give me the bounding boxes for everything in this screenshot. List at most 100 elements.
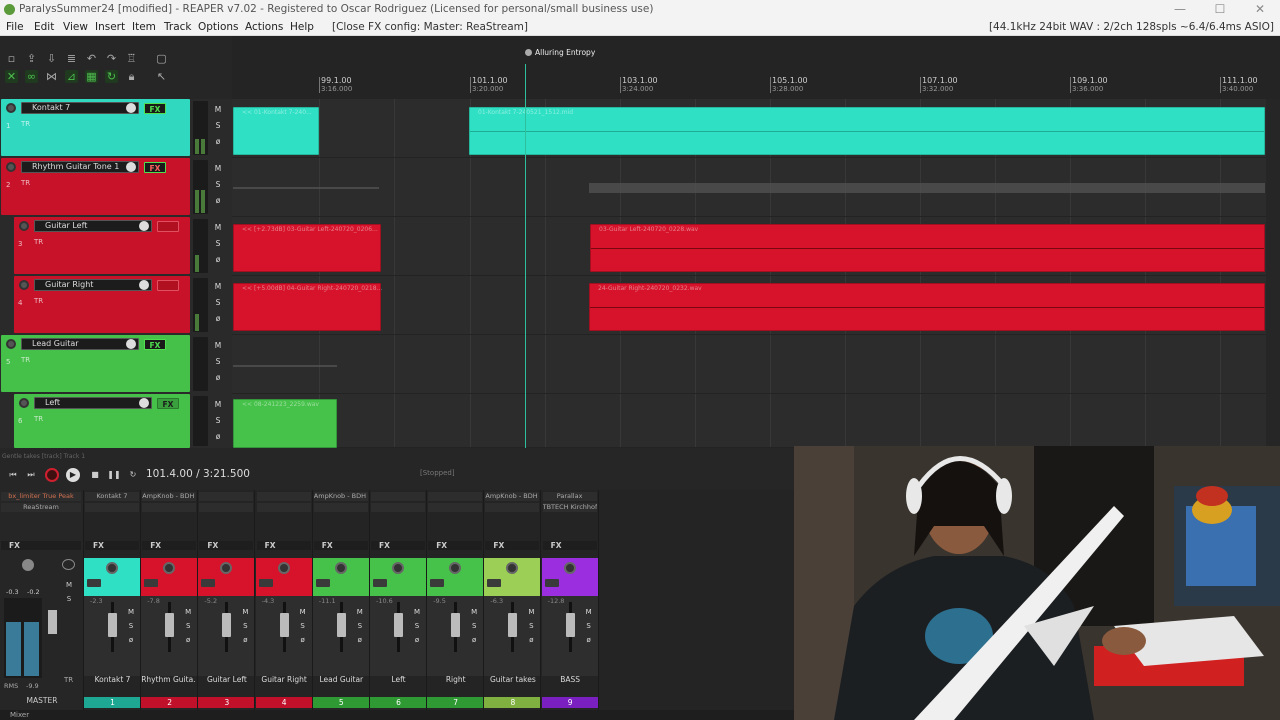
phase-button[interactable]: ø — [469, 633, 479, 647]
fx-button[interactable]: FX — [485, 541, 540, 550]
volume-knob-icon[interactable] — [126, 339, 136, 349]
track-header-1[interactable]: Kontakt 7 FX TR 1 — [1, 99, 190, 156]
phase-button[interactable]: ø — [526, 633, 536, 647]
track-lane[interactable] — [232, 394, 1266, 448]
fx-slot[interactable]: AmpKnob - BDH I — [313, 492, 368, 501]
time-display[interactable]: 101.4.00 / 3:21.500 — [146, 468, 250, 480]
record-arm-icon[interactable] — [19, 221, 29, 231]
track-name-field[interactable]: Left — [19, 397, 152, 409]
redo-icon[interactable]: ↷ — [105, 52, 118, 65]
arrange-view[interactable]: << 01-Kontakt 7-240... 01-Kontakt 7-2405… — [232, 99, 1266, 448]
fx-slot[interactable] — [142, 503, 197, 512]
master-fx-slot[interactable]: bx_limiter True Peak — [1, 492, 81, 501]
track-name-field[interactable]: Kontakt 7 — [6, 102, 139, 114]
record-arm-button[interactable] — [258, 579, 273, 587]
play-button[interactable]: ▶ — [66, 468, 80, 482]
pan-knob[interactable] — [563, 562, 576, 574]
solo-button[interactable]: S — [355, 619, 365, 633]
record-arm-button[interactable] — [487, 579, 502, 587]
record-arm-button[interactable] — [87, 579, 101, 587]
track-name-field[interactable]: Guitar Left — [19, 220, 152, 232]
mute-button[interactable]: M — [212, 220, 224, 236]
maximize-button[interactable]: ☐ — [1200, 0, 1240, 19]
solo-button[interactable]: S — [212, 354, 224, 370]
lock-icon[interactable]: 🔒︎ — [125, 70, 138, 83]
mute-button[interactable]: M — [183, 605, 193, 619]
new-project-icon[interactable]: ▫ — [5, 52, 18, 65]
master-fx-button[interactable]: FX — [1, 541, 81, 550]
ripple-edit-icon[interactable]: ✕ — [5, 70, 18, 83]
mute-button[interactable]: M — [212, 161, 224, 177]
vertical-scrollbar[interactable] — [1266, 99, 1280, 448]
fx-slot[interactable]: TBTECH Kirchhof — [542, 503, 597, 512]
mute-button[interactable]: M — [212, 338, 224, 354]
track-routing[interactable]: TR — [21, 120, 30, 128]
fx-slot[interactable] — [485, 503, 540, 512]
record-button[interactable] — [45, 468, 59, 482]
fx-button[interactable]: FX — [371, 541, 425, 550]
solo-button[interactable]: S — [240, 619, 250, 633]
menu-item[interactable]: Item — [132, 19, 156, 36]
mute-button[interactable]: M — [212, 102, 224, 118]
strip-label[interactable]: Lead Guitar — [313, 675, 369, 684]
go-to-end-icon[interactable]: ⏭ — [24, 468, 38, 482]
menu-file[interactable]: File — [6, 19, 24, 36]
fx-button[interactable]: FX — [199, 541, 254, 550]
strip-label[interactable]: Guitar Left — [198, 675, 254, 684]
fx-button[interactable]: FX — [428, 541, 483, 550]
play-cursor[interactable] — [525, 64, 526, 448]
menu-options[interactable]: Options — [198, 19, 239, 36]
fx-slot[interactable]: AmpKnob - BDH I — [142, 492, 197, 501]
auto-crossfade-icon[interactable]: ⋈ — [45, 70, 58, 83]
strip-label[interactable]: Kontakt 7 — [84, 675, 140, 684]
menu-actions[interactable]: Actions — [245, 19, 283, 36]
solo-button[interactable]: S — [212, 295, 224, 311]
volume-knob-icon[interactable] — [139, 280, 149, 290]
track-routing[interactable]: TR — [21, 179, 30, 187]
menu-help[interactable]: Help — [290, 19, 314, 36]
pan-knob[interactable] — [277, 562, 290, 574]
phase-button[interactable]: ø — [298, 633, 308, 647]
undo-icon[interactable]: ↶ — [85, 52, 98, 65]
open-project-icon[interactable]: ⇪ — [25, 52, 38, 65]
phase-button[interactable]: ø — [183, 633, 193, 647]
solo-button[interactable]: S — [526, 619, 536, 633]
fx-slot[interactable] — [371, 492, 425, 501]
mute-button[interactable]: M — [212, 397, 224, 413]
media-item[interactable]: 24-Guitar Right-240720_0232.wav — [589, 283, 1265, 331]
track-fx-button[interactable] — [157, 280, 179, 291]
track-name-field[interactable]: Guitar Right — [19, 279, 152, 291]
solo-button[interactable]: S — [298, 619, 308, 633]
mute-button[interactable]: M — [469, 605, 479, 619]
pan-knob[interactable] — [106, 562, 118, 574]
fx-slot[interactable]: Parallax — [542, 492, 597, 501]
item-grouping-icon[interactable]: ∞ — [25, 70, 38, 83]
fx-slot[interactable] — [313, 503, 368, 512]
fx-slot[interactable]: AmpKnob - BDH I — [485, 492, 540, 501]
volume-knob-icon[interactable] — [139, 221, 149, 231]
timeline-ruler[interactable]: Alluring Entropy 99.1.00 3:16.000 101.1.… — [232, 36, 1280, 99]
stop-button[interactable]: ■ — [88, 468, 102, 482]
project-settings-icon[interactable]: ≣ — [65, 52, 78, 65]
volume-fader[interactable] — [222, 613, 232, 637]
menu-edit[interactable]: Edit — [34, 19, 54, 36]
volume-fader[interactable] — [508, 613, 518, 637]
mute-button[interactable]: M — [64, 578, 74, 592]
track-routing[interactable]: TR — [34, 297, 43, 305]
mute-button[interactable]: M — [584, 605, 594, 619]
audio-status[interactable]: [44.1kHz 24bit WAV : 2/2ch 128spls ~6.4/… — [989, 19, 1274, 36]
record-arm-icon[interactable] — [6, 162, 16, 172]
media-item[interactable]: 01-Kontakt 7-240521_1512.mid — [469, 107, 1265, 155]
track-fx-button[interactable]: FX — [144, 103, 166, 114]
master-pan-knob[interactable] — [22, 559, 34, 571]
volume-fader[interactable] — [279, 613, 289, 637]
record-arm-button[interactable] — [373, 579, 387, 587]
strip-label[interactable]: BASS — [542, 675, 598, 684]
master-fader[interactable] — [48, 610, 57, 634]
fx-slot[interactable] — [199, 503, 254, 512]
menu-track[interactable]: Track — [164, 19, 191, 36]
phase-button[interactable]: ø — [212, 429, 224, 445]
fx-button[interactable]: FX — [542, 541, 597, 550]
mono-stereo-icon[interactable] — [62, 559, 75, 570]
phase-button[interactable]: ø — [355, 633, 365, 647]
